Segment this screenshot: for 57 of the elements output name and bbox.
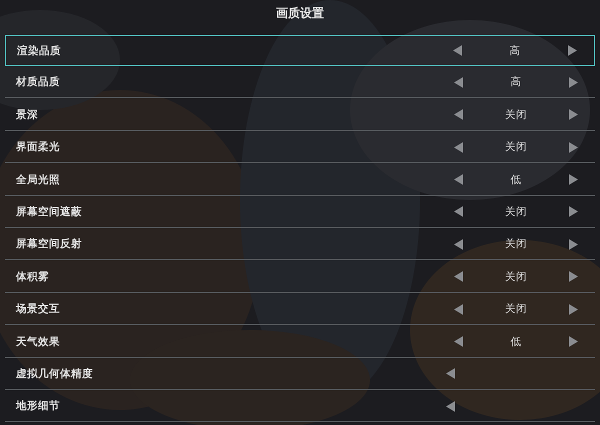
right-arrow-icon[interactable] <box>569 76 578 88</box>
setting-label: 天气效果 <box>14 334 61 349</box>
setting-row[interactable]: 屏幕空间遮蔽 关闭 <box>5 196 595 228</box>
left-arrow-icon[interactable] <box>454 304 463 315</box>
left-arrow-icon[interactable] <box>454 76 463 88</box>
setting-row[interactable]: 天气效果 低 <box>5 326 595 358</box>
right-arrow-icon[interactable] <box>569 174 578 186</box>
left-arrow-icon[interactable] <box>454 109 463 120</box>
setting-row[interactable]: 虚拟几何体精度 <box>5 358 595 390</box>
setting-row[interactable]: 景深 关闭 <box>5 100 595 131</box>
setting-value: 关闭 <box>504 204 528 219</box>
setting-label: 景深 <box>15 108 39 122</box>
setting-row[interactable]: 渲染品质 高 <box>5 35 595 66</box>
setting-row[interactable]: 全局光照 低 <box>5 164 595 196</box>
setting-label: 全局光照 <box>15 172 61 187</box>
left-arrow-icon[interactable] <box>454 142 463 153</box>
left-arrow-icon[interactable] <box>454 238 463 250</box>
right-arrow-icon[interactable] <box>569 142 578 153</box>
right-arrow-icon[interactable] <box>569 304 578 315</box>
setting-label: 屏幕空间反射 <box>15 237 83 252</box>
panel-title: 画质设置 <box>276 5 324 22</box>
setting-label: 渲染品质 <box>16 44 62 58</box>
setting-label: 界面柔光 <box>15 140 61 154</box>
left-arrow-icon[interactable] <box>454 271 463 282</box>
setting-value: 关闭 <box>504 270 528 284</box>
setting-value: 关闭 <box>504 140 528 154</box>
setting-label: 虚拟几何体精度 <box>15 366 94 381</box>
right-arrow-icon[interactable] <box>569 238 578 250</box>
right-arrow-icon[interactable] <box>569 336 578 348</box>
setting-label: 体积雾 <box>14 270 50 284</box>
setting-value: 高 <box>510 75 522 90</box>
setting-value: 关闭 <box>504 237 528 252</box>
left-arrow-icon[interactable] <box>446 400 455 412</box>
right-arrow-icon[interactable] <box>569 109 578 120</box>
setting-value: 关闭 <box>504 108 528 122</box>
setting-row[interactable]: 材质品质 高 <box>5 67 595 98</box>
setting-label: 场景交互 <box>14 302 61 316</box>
setting-label: 地形细节 <box>14 399 61 414</box>
right-arrow-icon[interactable] <box>569 271 578 282</box>
setting-row[interactable]: 场景交互 关闭 <box>5 294 595 326</box>
setting-value: 低 <box>510 334 522 349</box>
setting-row[interactable]: 体积雾 关闭 <box>5 262 595 293</box>
left-arrow-icon[interactable] <box>454 336 463 348</box>
setting-value: 高 <box>508 44 522 58</box>
left-arrow-icon[interactable] <box>454 206 463 218</box>
setting-row[interactable]: 界面柔光 关闭 <box>5 132 595 164</box>
right-arrow-icon[interactable] <box>569 206 578 218</box>
left-arrow-icon[interactable] <box>453 45 462 56</box>
setting-row[interactable]: 屏幕空间反射 关闭 <box>5 229 595 260</box>
left-arrow-icon[interactable] <box>454 174 463 186</box>
setting-label: 屏幕空间遮蔽 <box>15 204 83 219</box>
right-arrow-icon[interactable] <box>568 45 577 56</box>
setting-row[interactable]: 地形细节 <box>5 391 595 422</box>
setting-value: 关闭 <box>504 302 528 316</box>
setting-label: 材质品质 <box>14 75 61 90</box>
left-arrow-icon[interactable] <box>446 368 455 380</box>
setting-value: 低 <box>510 172 522 187</box>
